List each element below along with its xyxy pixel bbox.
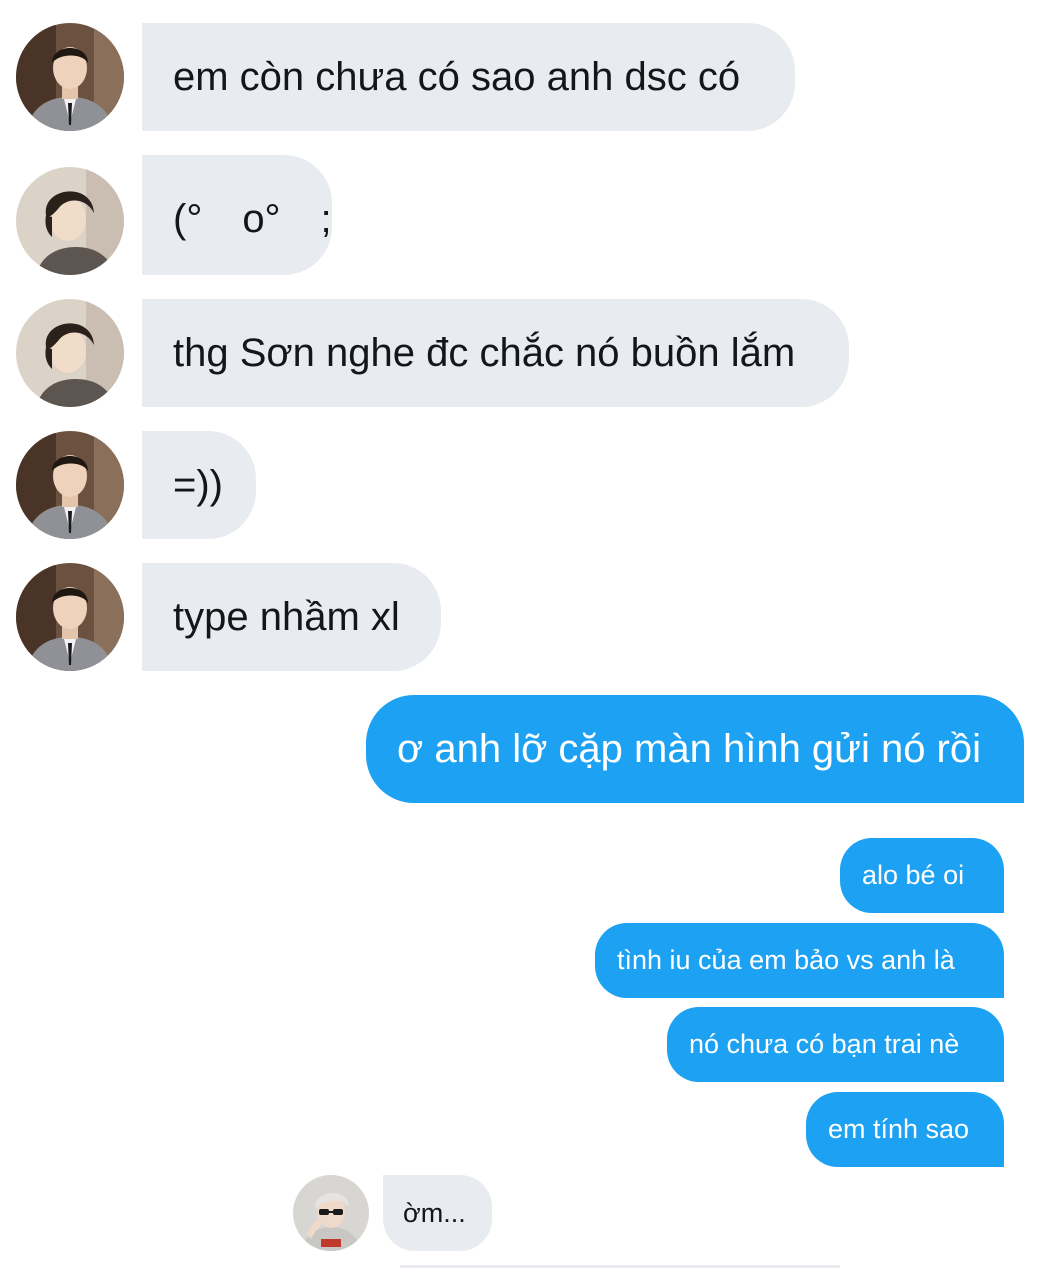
avatar[interactable] [16,431,124,539]
dark-hair-avatar-icon [16,167,124,275]
avatar[interactable] [16,299,124,407]
message-bubble-outgoing[interactable]: nó chưa có bạn trai nè [667,1007,1004,1082]
message-bubble-incoming[interactable]: ờm... [383,1175,492,1251]
message-text: thg Sơn nghe đc chắc nó buồn lắm [173,330,796,375]
avatar[interactable] [16,563,124,671]
next-message-edge [400,1265,840,1268]
avatar[interactable] [16,167,124,275]
message-bubble-incoming[interactable]: type nhầm xl [142,563,441,671]
gray-suit-avatar-icon [16,23,124,131]
message-text: em tính sao [828,1114,970,1144]
message-bubble-incoming[interactable]: =)) [142,431,256,539]
message-text: tình iu của em bảo vs anh là [617,945,955,975]
gray-suit-avatar-icon [16,431,124,539]
message-bubble-outgoing[interactable]: ơ anh lỡ cặp màn hình gửi nó rồi [366,695,1024,803]
message-text: alo bé oi [862,860,965,890]
avatar[interactable] [16,23,124,131]
message-text: =)) [173,462,223,507]
message-text: type nhầm xl [173,594,400,639]
silver-hair-sunglasses-avatar-icon [293,1175,369,1251]
message-text: nó chưa có bạn trai nè [689,1029,960,1059]
message-bubble-incoming[interactable]: (° o° ; [142,155,332,275]
message-bubble-incoming[interactable]: thg Sơn nghe đc chắc nó buồn lắm [142,299,849,407]
message-bubble-outgoing[interactable]: alo bé oi [840,838,1004,913]
message-text: em còn chưa có sao anh dsc có [173,54,741,99]
message-text: (° o° ; [173,197,332,241]
dark-hair-avatar-icon [16,299,124,407]
avatar[interactable] [293,1175,369,1251]
message-text: ơ anh lỡ cặp màn hình gửi nó rồi [397,726,982,771]
message-bubble-outgoing[interactable]: tình iu của em bảo vs anh là [595,923,1004,998]
message-text: ờm... [403,1197,466,1228]
message-bubble-outgoing[interactable]: em tính sao [806,1092,1004,1167]
message-bubble-incoming[interactable]: em còn chưa có sao anh dsc có [142,23,795,131]
gray-suit-avatar-icon [16,563,124,671]
